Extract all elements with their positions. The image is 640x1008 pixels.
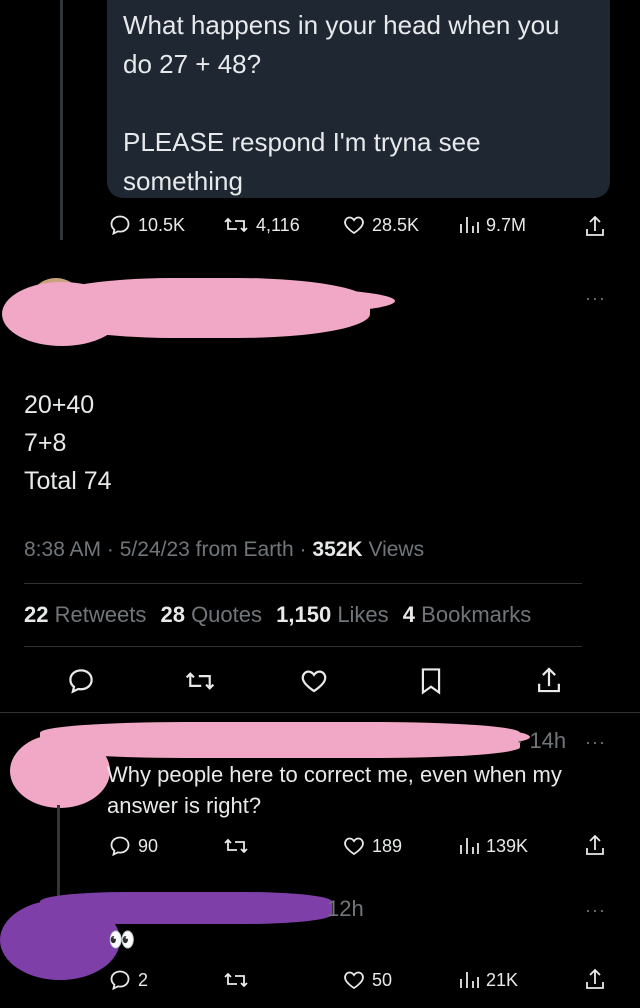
tweet-views-label: Views (368, 538, 425, 561)
quoted-tweet-card[interactable]: What happens in your head when you do 27… (107, 0, 610, 198)
bookmark-icon (421, 668, 441, 695)
retweet-count: 4,116 (256, 214, 300, 235)
retweet-button[interactable]: 4,116 (222, 213, 300, 237)
share-button[interactable] (534, 664, 564, 696)
bookmarks-stat[interactable]: 4 Bookmarks (403, 602, 531, 627)
retweet-icon (224, 972, 248, 988)
engagement-stats: 22 Retweets 28 Quotes 1,150 Likes 4 Book… (24, 602, 531, 628)
reply-button[interactable]: 90 (108, 834, 158, 858)
retweet-icon (224, 838, 248, 854)
retweet-button[interactable] (222, 834, 250, 858)
redaction (150, 288, 395, 314)
retweet-button[interactable] (222, 968, 250, 992)
like-button[interactable]: 189 (342, 834, 402, 858)
reply-line: answer is right? (107, 793, 262, 818)
bookmark-button[interactable] (418, 666, 444, 696)
heart-icon (344, 837, 364, 856)
tweet-views-count: 352K (312, 538, 363, 561)
share-icon (586, 968, 604, 989)
quoted-tweet-line: PLEASE respond I'm tryna see (123, 127, 481, 157)
reply-count: 90 (138, 835, 159, 856)
thread-line (60, 0, 63, 240)
views-button[interactable]: 21K (458, 968, 518, 992)
reply-icon (110, 836, 130, 857)
reply-icon (69, 669, 93, 694)
reply-button[interactable]: 2 (108, 968, 148, 992)
share-icon (538, 667, 560, 693)
reply-text: 👀 (108, 927, 136, 952)
like-button[interactable]: 50 (342, 968, 392, 992)
views-icon (460, 217, 479, 233)
views-icon (460, 838, 479, 854)
reply-time[interactable]: · 14h (516, 728, 566, 754)
views-icon (460, 972, 479, 988)
like-count: 28.5K (372, 214, 420, 235)
share-icon (586, 215, 604, 236)
tweet-line: 20+40 (24, 391, 95, 419)
divider (24, 583, 582, 584)
like-count: 189 (372, 835, 403, 856)
divider (0, 712, 640, 713)
like-button[interactable]: 28.5K (342, 213, 419, 237)
tweet-text: 20+40 7+8 Total 74 (24, 386, 112, 500)
retweet-icon (185, 672, 215, 690)
reply-count: 2 (138, 969, 149, 990)
retweet-icon (224, 217, 248, 233)
reply-time[interactable]: 12h (327, 896, 364, 922)
divider (24, 646, 582, 647)
share-icon (586, 834, 604, 855)
views-count: 139K (486, 835, 529, 856)
heart-icon (344, 971, 364, 990)
like-count: 50 (372, 969, 393, 990)
views-count: 9.7M (486, 214, 527, 235)
views-button[interactable]: 9.7M (458, 213, 526, 237)
thread-line (57, 805, 60, 900)
reply-text: Why people here to correct me, even when… (107, 759, 562, 821)
quoted-tweet-line: something (123, 166, 243, 196)
heart-icon (301, 670, 327, 693)
tweet-meta: 8:38 AM · 5/24/23 from Earth · 352K View… (24, 538, 425, 561)
share-button[interactable] (583, 832, 607, 858)
quoted-tweet-line: What happens in your head when you (123, 10, 560, 40)
views-count: 21K (486, 969, 519, 990)
retweet-button[interactable] (183, 666, 217, 696)
share-button[interactable] (583, 966, 607, 992)
likes-stat[interactable]: 1,150 Likes (276, 602, 389, 627)
more-options-button[interactable]: ··· (585, 288, 606, 309)
quotes-stat[interactable]: 28 Quotes (160, 602, 262, 627)
reply-count: 10.5K (138, 214, 186, 235)
redaction (40, 892, 332, 924)
tweet-line: Total 74 (24, 467, 112, 495)
heart-icon (344, 216, 364, 235)
quoted-tweet-line: do 27 + 48? (123, 49, 262, 79)
retweets-stat[interactable]: 22 Retweets (24, 602, 146, 627)
reply-icon (110, 215, 130, 236)
tweet-line: 7+8 (24, 429, 67, 457)
reply-icon (110, 970, 130, 991)
views-button[interactable]: 139K (458, 834, 528, 858)
more-options-button[interactable]: ··· (585, 900, 606, 921)
reply-line: Why people here to correct me, even when… (107, 762, 562, 787)
like-button[interactable] (299, 666, 329, 696)
tweet-time[interactable]: 8:38 AM (24, 538, 101, 561)
reply-button[interactable] (66, 666, 96, 696)
share-button[interactable] (583, 213, 607, 239)
more-options-button[interactable]: ··· (585, 732, 606, 753)
tweet-date[interactable]: 5/24/23 (120, 538, 190, 561)
tweet-source: from Earth (195, 538, 294, 561)
reply-button[interactable]: 10.5K (108, 213, 185, 237)
